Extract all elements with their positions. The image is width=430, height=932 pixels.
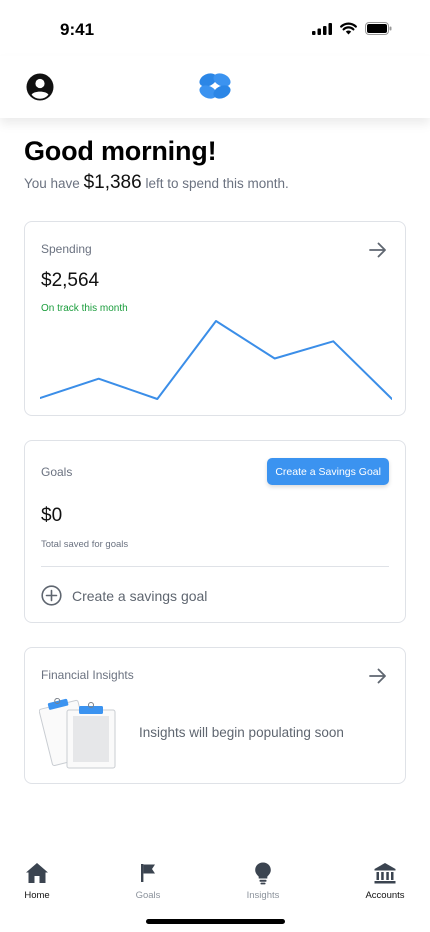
budget-prefix: You have <box>24 176 80 191</box>
spending-trend-line <box>40 320 392 400</box>
insights-empty-message: Insights will begin populating soon <box>139 725 344 740</box>
spending-amount: $2,564 <box>41 270 100 291</box>
lightbulb-icon <box>255 862 271 885</box>
budget-suffix: left to spend this month. <box>145 176 289 191</box>
bank-icon <box>374 863 396 884</box>
status-time: 9:41 <box>60 20 95 39</box>
tab-goals-label: Goals <box>135 890 161 901</box>
cellular-signal-icon <box>312 22 332 35</box>
budget-summary: You have $1,386 left to spend this month… <box>24 172 289 194</box>
goals-divider <box>41 566 389 567</box>
create-savings-goal-button[interactable]: Create a Savings Goal <box>267 458 389 485</box>
tab-accounts-label: Accounts <box>365 890 405 901</box>
add-savings-goal-link[interactable]: Create a savings goal <box>41 585 207 606</box>
spending-trend-chart <box>40 320 392 400</box>
tab-accounts[interactable]: Accounts <box>345 860 425 901</box>
flag-icon <box>141 864 155 882</box>
arrow-right-icon[interactable] <box>367 665 389 687</box>
goals-card-title: Goals <box>41 465 73 479</box>
spending-card-title: Spending <box>41 242 92 256</box>
tab-home[interactable]: Home <box>0 860 77 901</box>
add-savings-goal-label: Create a savings goal <box>72 587 208 604</box>
greeting-title: Good morning! <box>24 136 217 166</box>
plus-circle-icon <box>41 585 62 606</box>
battery-icon <box>365 22 392 35</box>
arrow-right-icon[interactable] <box>367 239 389 261</box>
goals-total-caption: Total saved for goals <box>41 539 129 550</box>
app-logo-icon <box>199 73 231 99</box>
status-bar: 9:41 <box>0 0 430 56</box>
insights-card-title: Financial Insights <box>41 668 134 682</box>
budget-remaining-amount: $1,386 <box>83 172 142 193</box>
goals-total-amount: $0 <box>41 505 63 526</box>
spending-status: On track this month <box>41 303 128 314</box>
status-icons <box>312 22 392 35</box>
home-indicator <box>146 919 285 924</box>
spending-card[interactable]: Spending $2,564 On track this month <box>24 221 406 416</box>
tab-insights[interactable]: Insights <box>223 860 303 901</box>
tab-goals[interactable]: Goals <box>108 860 188 901</box>
account-circle-icon[interactable] <box>25 72 55 102</box>
clipboard-illustration <box>39 697 116 769</box>
goals-card: Goals Create a Savings Goal $0 Total sav… <box>24 440 406 623</box>
app-header <box>0 56 430 118</box>
home-icon <box>26 863 48 883</box>
wifi-icon <box>340 22 357 35</box>
financial-insights-card[interactable]: Financial Insights Insights will begin p… <box>24 647 406 784</box>
tab-home-label: Home <box>24 890 50 901</box>
tab-insights-label: Insights <box>246 890 280 901</box>
